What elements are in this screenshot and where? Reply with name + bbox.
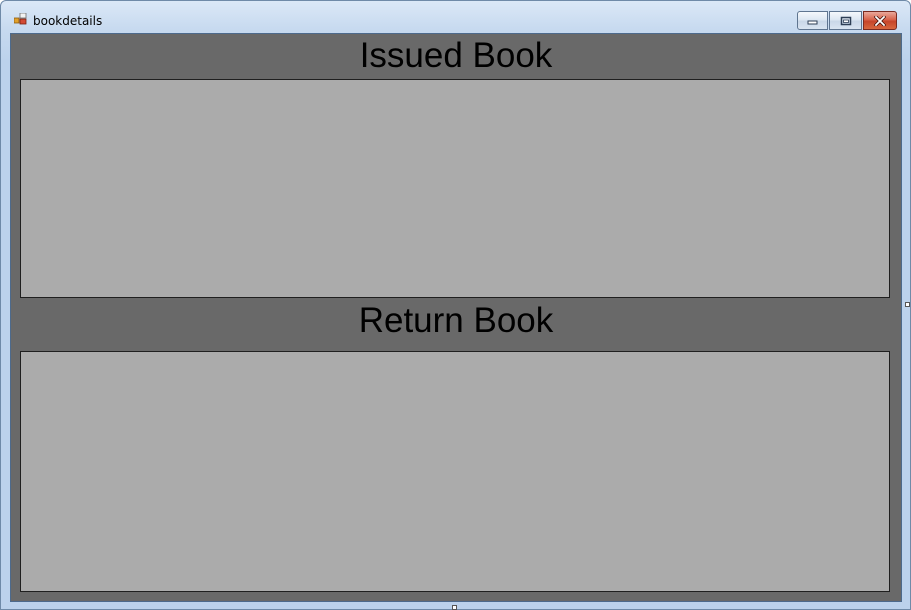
minimize-button[interactable] bbox=[797, 11, 828, 30]
resize-grip-bottom[interactable] bbox=[452, 605, 457, 610]
app-window: bookdetails Issued Book Return Book bbox=[0, 0, 911, 610]
issued-book-heading: Issued Book bbox=[359, 36, 553, 75]
title-bar[interactable]: bookdetails bbox=[1, 1, 910, 32]
winforms-app-icon bbox=[14, 13, 27, 25]
window-title: bookdetails bbox=[33, 14, 103, 28]
resize-grip-right[interactable] bbox=[905, 302, 910, 307]
close-icon bbox=[874, 15, 886, 26]
returned-books-grid[interactable] bbox=[20, 351, 890, 592]
issued-books-grid[interactable] bbox=[20, 79, 890, 298]
close-button[interactable] bbox=[863, 11, 897, 30]
maximize-icon bbox=[840, 16, 851, 25]
form-client-area: Issued Book Return Book bbox=[10, 33, 902, 602]
minimize-icon bbox=[807, 20, 818, 25]
maximize-button[interactable] bbox=[829, 11, 862, 30]
return-book-heading: Return Book bbox=[358, 301, 554, 340]
